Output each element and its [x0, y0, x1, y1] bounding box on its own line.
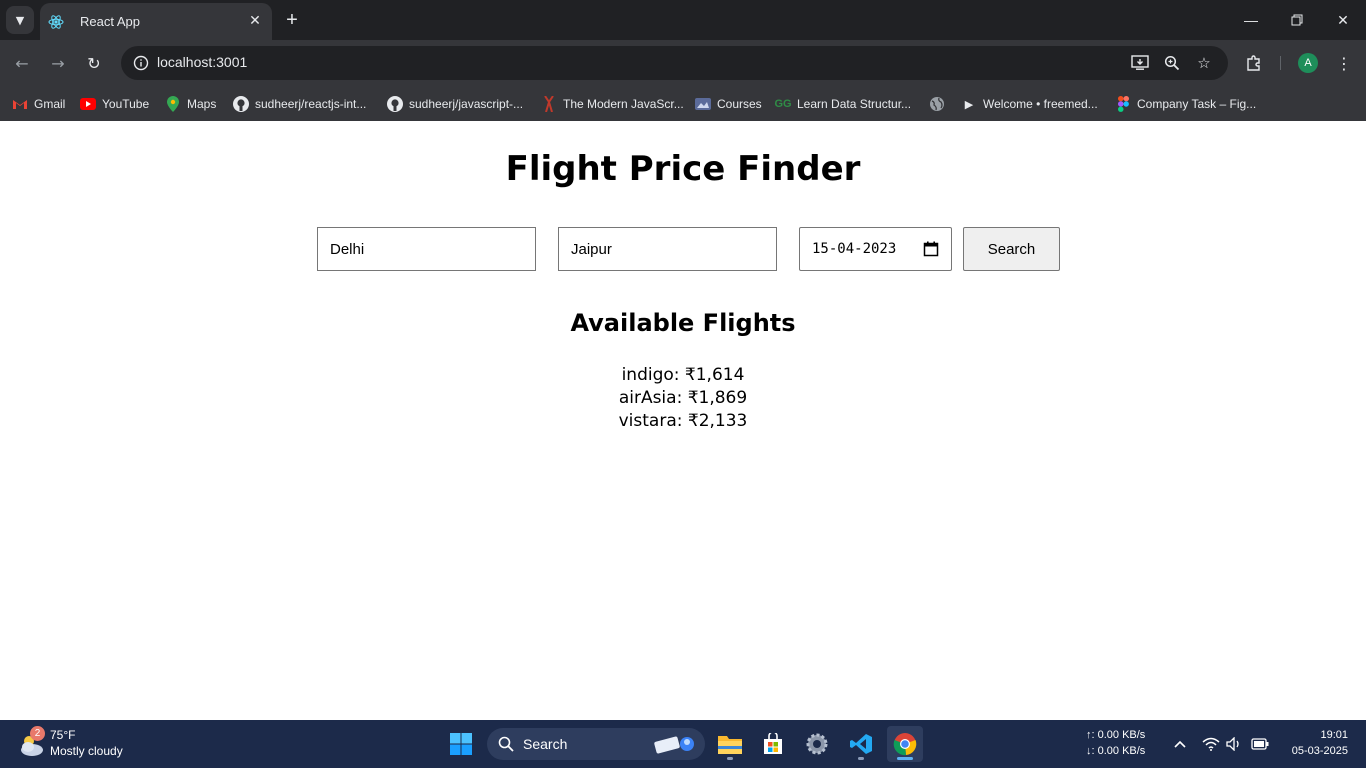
close-window-button[interactable]: ✕ [1320, 8, 1366, 32]
github-icon [387, 96, 403, 112]
travel-date-input[interactable]: 15-04-2023 [799, 227, 952, 271]
bookmark-javascript[interactable]: sudheerj/javascript-... [387, 91, 523, 117]
javascript-info-icon [541, 96, 557, 112]
source-city-value: Delhi [330, 240, 365, 258]
address-bar[interactable]: localhost:3001 ☆ [121, 46, 1228, 80]
page-content: Flight Price Finder Delhi Jaipur 15-04-2… [0, 121, 1366, 720]
windows-taskbar: 2 75°F Mostly cloudy Search ↑: 0.00 KB/s… [0, 720, 1366, 768]
tab-title: React App [80, 14, 140, 29]
browser-chrome: ▼ React App ✕ + — ✕ ← → ↻ localhost:3001 [0, 0, 1366, 121]
browser-toolbar: ← → ↻ localhost:3001 ☆ A ⋮ [0, 40, 1366, 86]
page-title: Flight Price Finder [505, 149, 861, 189]
flight-item-vistara: vistara: ₹2,133 [618, 411, 748, 431]
bookmark-label: Learn Data Structur... [797, 97, 912, 111]
start-button[interactable] [443, 726, 479, 762]
vscode-icon[interactable] [843, 726, 879, 762]
bookmark-label: YouTube [102, 97, 150, 111]
zoom-icon[interactable] [1160, 51, 1184, 75]
running-indicator [858, 757, 864, 760]
bookmark-label: Maps [187, 97, 217, 111]
reload-icon[interactable]: ↻ [82, 51, 106, 75]
bookmark-gfg[interactable]: GG Learn Data Structur... [774, 91, 912, 117]
battery-icon[interactable] [1250, 734, 1270, 754]
bookmark-reactjs[interactable]: sudheerj/reactjs-int... [233, 91, 366, 117]
courses-icon [695, 96, 711, 112]
bookmark-gmail[interactable]: Gmail [12, 91, 65, 117]
react-icon [48, 14, 64, 30]
source-city-input[interactable]: Delhi [317, 227, 536, 271]
microsoft-store-icon[interactable] [755, 726, 791, 762]
chrome-taskbar-icon[interactable] [887, 726, 923, 762]
bookmark-label: Welcome • freemed... [983, 97, 1098, 111]
search-highlight-icon [653, 733, 697, 755]
flight-list: indigo: ₹1,614 airAsia: ₹1,869 vistara: … [0, 364, 1366, 433]
travel-date-value: 15-04-2023 [812, 241, 897, 257]
extensions-icon[interactable] [1242, 51, 1266, 75]
figma-icon [1115, 96, 1131, 112]
bookmark-label: Courses [717, 97, 762, 111]
menu-kebab-icon[interactable]: ⋮ [1332, 51, 1356, 75]
new-tab-button[interactable]: + [282, 8, 302, 32]
wifi-icon[interactable] [1201, 734, 1221, 754]
gmail-icon [12, 96, 28, 112]
flight-item-airasia: airAsia: ₹1,869 [618, 388, 748, 408]
calendar-icon[interactable] [923, 241, 939, 257]
settings-gear-icon[interactable] [799, 726, 835, 762]
active-indicator [897, 757, 913, 760]
close-tab-icon[interactable]: ✕ [246, 12, 264, 30]
flight-item-indigo: indigo: ₹1,614 [621, 365, 745, 385]
search-button[interactable]: Search [963, 227, 1060, 271]
running-indicator [727, 757, 733, 760]
bookmark-figma[interactable]: Company Task – Fig... [1115, 91, 1256, 117]
bookmark-label: The Modern JavaScr... [563, 97, 684, 111]
maps-icon [165, 96, 181, 112]
minimize-button[interactable]: — [1228, 8, 1274, 32]
volume-icon[interactable] [1225, 734, 1245, 754]
bookmark-label: sudheerj/reactjs-int... [255, 97, 367, 111]
tab-search-button[interactable]: ▼ [6, 6, 34, 34]
tab-strip: ▼ React App ✕ + — ✕ [0, 0, 1366, 40]
bookmark-maps[interactable]: Maps [165, 91, 216, 117]
destination-city-input[interactable]: Jaipur [558, 227, 777, 271]
destination-city-value: Jaipur [571, 240, 612, 258]
restore-button[interactable] [1274, 8, 1320, 32]
site-info-icon[interactable] [129, 51, 153, 75]
bookmark-freemed[interactable]: ▶ Welcome • freemed... [961, 91, 1098, 117]
network-download-speed: ↓: 0.00 KB/s [1086, 745, 1146, 757]
search-icon [497, 735, 515, 753]
github-icon [233, 96, 249, 112]
youtube-icon [80, 96, 96, 112]
weather-badge: 2 [30, 726, 45, 741]
bookmark-courses[interactable]: Courses [695, 91, 762, 117]
geeksforgeeks-icon: GG [774, 98, 792, 110]
bookmark-modern-js[interactable]: The Modern JavaScr... [541, 91, 684, 117]
tab-react-app[interactable]: React App ✕ [40, 3, 272, 40]
taskbar-search-label: Search [523, 736, 568, 752]
install-app-icon[interactable] [1128, 51, 1152, 75]
toolbar-divider [1280, 56, 1281, 70]
url-text: localhost:3001 [157, 54, 248, 70]
bookmark-globe[interactable] [929, 91, 951, 117]
bookmark-star-icon[interactable]: ☆ [1192, 51, 1216, 75]
bookmark-label: Company Task – Fig... [1137, 97, 1257, 111]
bookmark-label: Gmail [34, 97, 66, 111]
play-icon: ▶ [964, 98, 974, 111]
weather-temperature: 75°F [50, 728, 76, 742]
weather-description: Mostly cloudy [50, 744, 123, 758]
taskbar-search[interactable]: Search [487, 728, 705, 760]
network-upload-speed: ↑: 0.00 KB/s [1086, 729, 1146, 741]
chevron-up-icon[interactable] [1170, 734, 1190, 754]
forward-arrow-icon[interactable]: → [46, 51, 70, 75]
clock-date[interactable]: 05-03-2025 [1292, 745, 1348, 757]
globe-icon [929, 96, 945, 112]
clock-time[interactable]: 19:01 [1320, 729, 1348, 741]
file-explorer-icon[interactable] [712, 726, 748, 762]
bookmarks-bar: Gmail YouTube Maps sudheerj/reactjs-int.… [0, 86, 1366, 121]
chevron-down-icon: ▼ [15, 13, 25, 27]
results-title: Available Flights [570, 309, 796, 337]
profile-avatar[interactable]: A [1298, 53, 1318, 73]
back-arrow-icon[interactable]: ← [10, 51, 34, 75]
bookmark-youtube[interactable]: YouTube [80, 91, 149, 117]
bookmark-label: sudheerj/javascript-... [409, 97, 524, 111]
